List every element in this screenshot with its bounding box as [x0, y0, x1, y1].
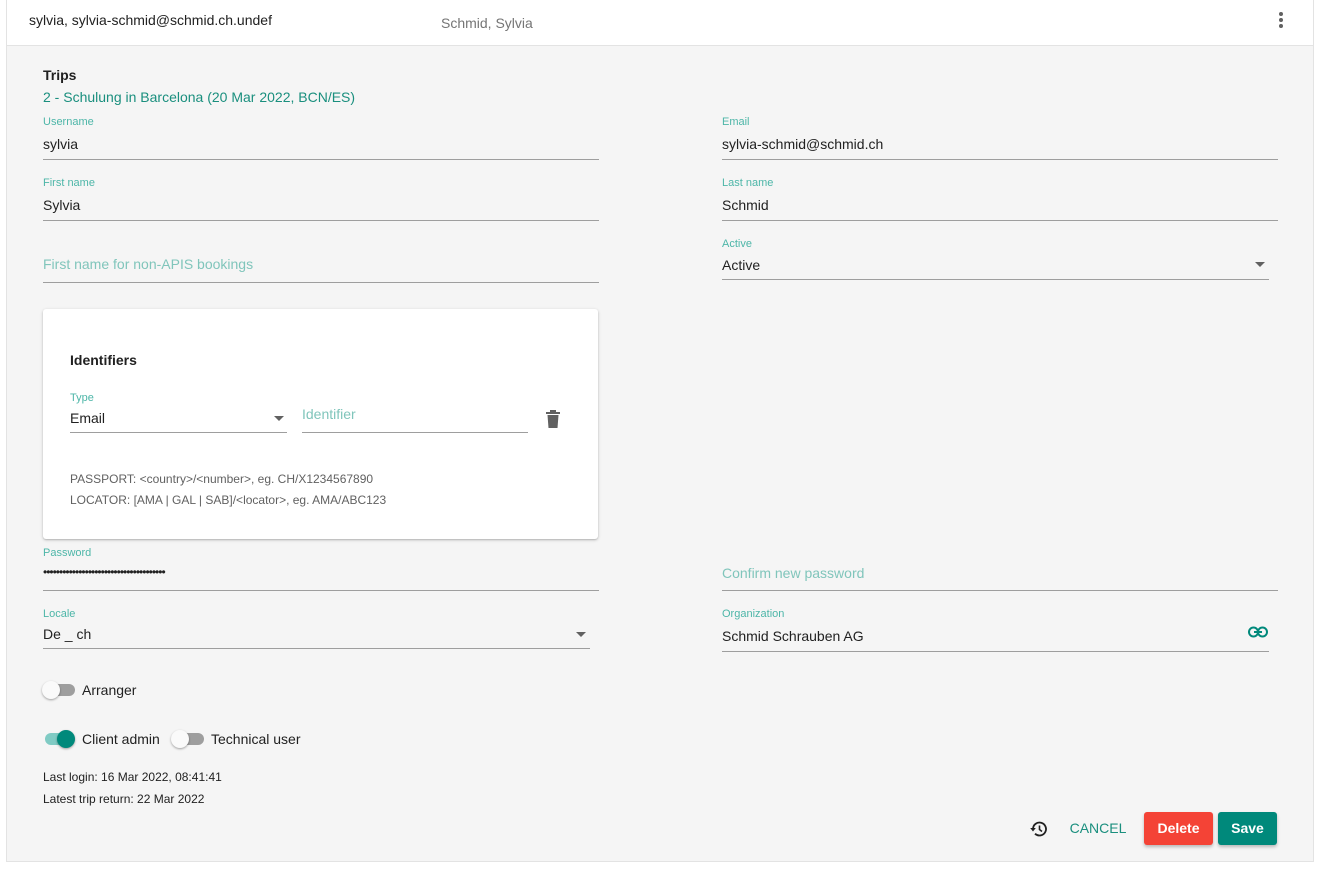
- first-name-non-apis-underline: [43, 282, 599, 283]
- identifier-placeholder: Identifier: [302, 406, 356, 422]
- username-value: sylvia: [43, 136, 79, 152]
- cancel-button[interactable]: CANCEL: [1063, 812, 1133, 845]
- technical-user-label: Technical user: [211, 731, 301, 747]
- identifier-type-underline: [70, 432, 287, 433]
- active-value: Active: [722, 257, 761, 273]
- email-underline: [722, 159, 1278, 160]
- organization-label: Organization: [722, 608, 785, 620]
- arranger-toggle[interactable]: [42, 680, 76, 700]
- first-name-field[interactable]: First name Sylvia: [43, 177, 599, 221]
- locale-underline: [43, 648, 590, 649]
- identifiers-card: Identifiers Type Email Identifier PASSPO…: [43, 309, 598, 539]
- history-icon[interactable]: [1029, 819, 1049, 839]
- identifier-input[interactable]: Identifier: [302, 406, 528, 433]
- technical-user-toggle[interactable]: [171, 729, 205, 749]
- identifier-underline: [302, 432, 528, 433]
- identifier-type-select[interactable]: Type Email: [70, 392, 287, 433]
- organization-value: Schmid Schrauben AG: [722, 628, 864, 644]
- chevron-down-icon: [274, 416, 284, 421]
- panel-header[interactable]: sylvia, sylvia-schmid@schmid.ch.undef Sc…: [6, 0, 1314, 46]
- last-login: Last login: 16 Mar 2022, 08:41:41: [43, 770, 222, 784]
- email-field[interactable]: Email sylvia-schmid@schmid.ch: [722, 116, 1278, 160]
- save-button[interactable]: Save: [1218, 812, 1277, 845]
- locale-label: Locale: [43, 608, 76, 620]
- username-field[interactable]: Username sylvia: [43, 116, 599, 160]
- identifiers-title: Identifiers: [70, 352, 137, 368]
- header-title: sylvia, sylvia-schmid@schmid.ch.undef: [29, 12, 272, 28]
- confirm-password-field[interactable]: Confirm new password: [722, 559, 1278, 591]
- identifier-type-label: Type: [70, 392, 94, 404]
- active-label: Active: [722, 238, 752, 250]
- last-name-underline: [722, 220, 1278, 221]
- toggle-thumb: [57, 730, 75, 748]
- trash-icon[interactable]: [545, 410, 561, 428]
- chevron-down-icon: [1255, 262, 1265, 267]
- password-value: ••••••••••••••••••••••••••••••••••••••: [43, 565, 166, 579]
- organization-field[interactable]: Organization Schmid Schrauben AG: [722, 608, 1269, 652]
- locale-select[interactable]: Locale De _ ch: [43, 608, 590, 649]
- trips-title: Trips: [43, 67, 77, 83]
- locale-value: De _ ch: [43, 626, 92, 642]
- active-underline: [722, 279, 1269, 280]
- latest-trip-return: Latest trip return: 22 Mar 2022: [43, 792, 205, 806]
- password-field[interactable]: Password •••••••••••••••••••••••••••••••…: [43, 547, 599, 591]
- first-name-label: First name: [43, 177, 95, 189]
- client-admin-label: Client admin: [82, 731, 160, 747]
- organization-underline: [722, 651, 1269, 652]
- email-label: Email: [722, 116, 750, 128]
- password-underline: [43, 590, 599, 591]
- email-value: sylvia-schmid@schmid.ch: [722, 136, 884, 152]
- confirm-password-placeholder: Confirm new password: [722, 565, 865, 581]
- locator-hint: LOCATOR: [AMA | GAL | SAB]/<locator>, eg…: [70, 493, 387, 507]
- password-label: Password: [43, 547, 92, 559]
- username-label: Username: [43, 116, 94, 128]
- first-name-non-apis-placeholder: First name for non-APIS bookings: [43, 256, 254, 272]
- active-select[interactable]: Active Active: [722, 238, 1269, 280]
- confirm-password-underline: [722, 590, 1278, 591]
- last-name-label: Last name: [722, 177, 774, 189]
- header-subtitle: Schmid, Sylvia: [441, 15, 533, 31]
- link-icon[interactable]: [1248, 625, 1268, 638]
- more-vert-icon[interactable]: [1273, 12, 1289, 30]
- first-name-value: Sylvia: [43, 197, 81, 213]
- trip-link[interactable]: 2 - Schulung in Barcelona (20 Mar 2022, …: [43, 89, 355, 105]
- last-name-field[interactable]: Last name Schmid: [722, 177, 1278, 221]
- first-name-non-apis-field[interactable]: First name for non-APIS bookings: [43, 250, 599, 283]
- chevron-down-icon: [576, 632, 586, 637]
- first-name-underline: [43, 220, 599, 221]
- client-admin-toggle[interactable]: [42, 729, 76, 749]
- identifier-type-value: Email: [70, 410, 106, 426]
- username-underline: [43, 159, 599, 160]
- arranger-label: Arranger: [82, 682, 137, 698]
- toggle-thumb: [42, 681, 60, 699]
- delete-button[interactable]: Delete: [1144, 812, 1213, 845]
- toggle-thumb: [171, 730, 189, 748]
- passport-hint: PASSPORT: <country>/<number>, eg. CH/X12…: [70, 472, 374, 486]
- last-name-value: Schmid: [722, 197, 769, 213]
